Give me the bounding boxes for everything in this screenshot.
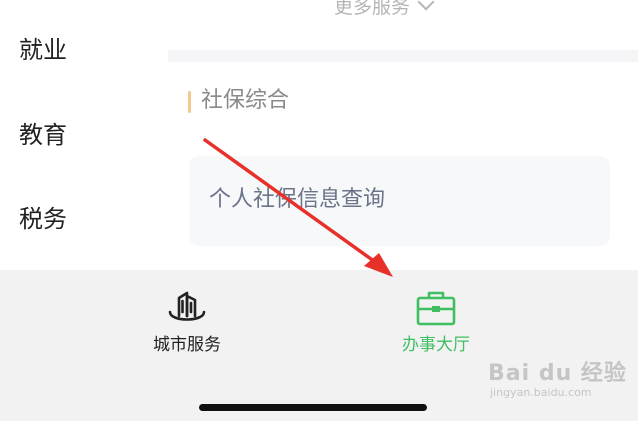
tab-city-services[interactable]: 城市服务 (117, 288, 257, 358)
sidebar-item-education[interactable]: 教育 (19, 121, 67, 149)
section-accent-bar (188, 91, 191, 113)
tab-service-hall[interactable]: 办事大厅 (366, 288, 506, 358)
tab-service-hall-label: 办事大厅 (402, 335, 470, 355)
bottom-tab-bar: 城市服务 办事大厅 Bai du 经验 jingyan.baidu.com (0, 270, 638, 421)
chevron-down-icon (417, 0, 435, 10)
baidu-jingyan-watermark-url: jingyan.baidu.com (490, 386, 592, 399)
sidebar-item-employment[interactable]: 就业 (19, 36, 67, 64)
section-divider (168, 50, 638, 62)
section-title: 社保综合 (201, 88, 290, 113)
baidu-jingyan-watermark: Bai du 经验 (488, 361, 627, 386)
service-card-label: 个人社保信息查询 (209, 187, 386, 212)
sidebar-item-tax[interactable]: 税务 (19, 205, 67, 233)
more-services-button[interactable]: 更多服务 (334, 0, 435, 19)
more-services-label: 更多服务 (334, 0, 411, 18)
city-building-icon (168, 291, 206, 321)
tab-city-services-label: 城市服务 (153, 335, 221, 355)
home-indicator[interactable] (199, 404, 427, 411)
category-sidebar: 就业 教育 税务 (0, 0, 168, 270)
briefcase-icon (416, 291, 456, 326)
service-content: 更多服务 社保综合 个人社保信息查询 (168, 0, 638, 270)
service-card-social-insurance-query[interactable]: 个人社保信息查询 (189, 156, 610, 246)
